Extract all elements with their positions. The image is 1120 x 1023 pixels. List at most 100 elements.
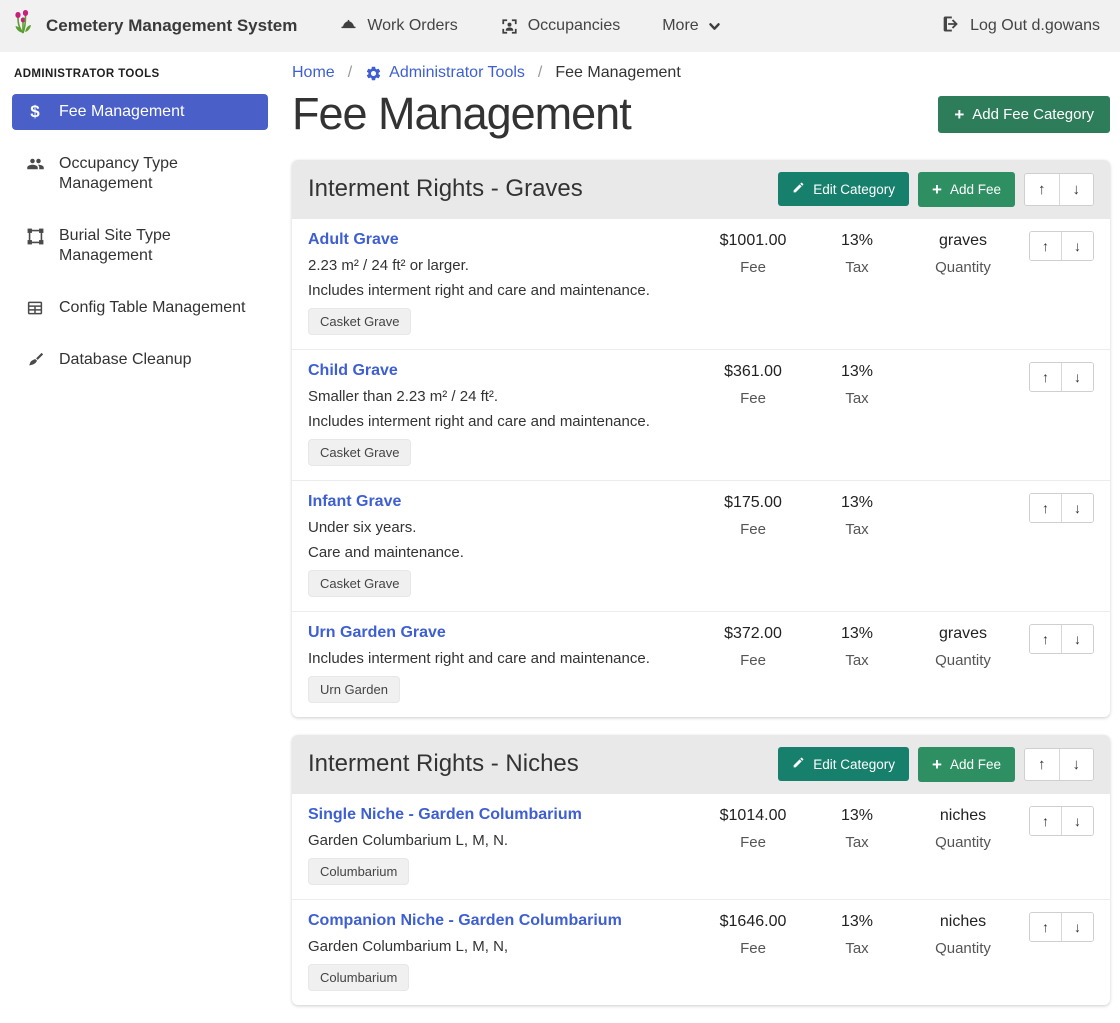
fee-tax-column: 13% Tax [809,912,905,957]
nav-occupancies-label: Occupancies [528,17,621,35]
plus-icon: + [932,756,942,773]
sidebar-item-label: Fee Management [59,102,184,122]
nav-occupancies[interactable]: Occupancies [500,17,621,36]
fee-name-link[interactable]: Adult Grave [308,231,399,249]
fee-tax-label: Tax [809,259,905,276]
sidebar-item-config-table-management[interactable]: Config Table Management [12,290,268,326]
category-header: Interment Rights - Graves Edit Category … [292,160,1110,219]
fee-type-badge: Urn Garden [308,676,400,703]
fee-amount-column: $175.00 Fee [697,493,809,538]
fee-name-link[interactable]: Urn Garden Grave [308,624,446,642]
fee-amount-column: $361.00 Fee [697,362,809,407]
add-fee-category-button[interactable]: + Add Fee Category [938,96,1110,133]
move-fee-down-button[interactable]: ↓ [1061,625,1093,653]
edit-category-button[interactable]: Edit Category [778,172,909,206]
fee-amount-label: Fee [697,390,809,407]
fee-row: Infant Grave Under six years. Care and m… [292,480,1110,611]
move-fee-down-button[interactable]: ↓ [1061,807,1093,835]
fee-tax-label: Tax [809,521,905,538]
logout-label: Log Out d.gowans [970,17,1100,35]
fee-amount-column: $1014.00 Fee [697,806,809,851]
fee-amount: $1646.00 [697,913,809,931]
fee-description: Smaller than 2.23 m² / 24 ft². [308,388,697,405]
fee-quantity-label: Quantity [905,940,1021,957]
fee-quantity-column: Quantity [905,362,1021,363]
fee-quantity-column: niches Quantity [905,912,1021,957]
fee-description: Includes interment right and care and ma… [308,282,697,299]
fee-type-badge: Casket Grave [308,308,411,335]
move-fee-up-button[interactable]: ↑ [1030,494,1061,522]
fee-type-badge: Columbarium [308,964,409,991]
fee-tax-column: 13% Tax [809,806,905,851]
fee-quantity-column: Quantity [905,493,1021,494]
fee-quantity-label: Quantity [905,259,1021,276]
sidebar-item-occupancy-type-management[interactable]: Occupancy Type Management [12,146,268,202]
breadcrumb-home-link[interactable]: Home [292,64,335,82]
move-fee-up-button[interactable]: ↑ [1030,625,1061,653]
sidebar-item-label: Burial Site Type Management [59,226,256,266]
sidebar-item-label: Config Table Management [59,298,246,318]
move-fee-down-button[interactable]: ↓ [1061,232,1093,260]
fee-description: Includes interment right and care and ma… [308,413,697,430]
fee-reorder-controls: ↑ ↓ [1029,493,1094,523]
move-fee-up-button[interactable]: ↑ [1030,363,1061,391]
sidebar-item-burial-site-type-management[interactable]: Burial Site Type Management [12,218,268,274]
move-fee-down-button[interactable]: ↓ [1061,363,1093,391]
fee-quantity-column: graves Quantity [905,624,1021,669]
fee-tax: 13% [809,232,905,250]
move-fee-down-button[interactable]: ↓ [1061,913,1093,941]
add-fee-button[interactable]: + Add Fee [918,747,1015,782]
fee-tax-column: 13% Tax [809,231,905,276]
move-fee-up-button[interactable]: ↑ [1030,232,1061,260]
fee-name-link[interactable]: Single Niche - Garden Columbarium [308,806,582,824]
broom-icon [24,351,46,371]
fee-category-card-graves: Interment Rights - Graves Edit Category … [292,160,1110,717]
fee-amount-label: Fee [697,834,809,851]
sidebar-heading: ADMINISTRATOR TOOLS [12,68,268,94]
breadcrumb-separator: / [538,64,542,82]
move-category-down-button[interactable]: ↓ [1059,174,1094,205]
fee-tax: 13% [809,807,905,825]
fee-reorder-controls: ↑ ↓ [1029,912,1094,942]
move-category-up-button[interactable]: ↑ [1025,749,1059,780]
nav-work-orders[interactable]: Work Orders [339,17,457,36]
fee-row: Companion Niche - Garden Columbarium Gar… [292,899,1110,1005]
edit-category-button[interactable]: Edit Category [778,747,909,781]
move-fee-down-button[interactable]: ↓ [1061,494,1093,522]
fee-quantity: graves [905,232,1021,250]
gear-icon [365,65,382,82]
move-category-up-button[interactable]: ↑ [1025,174,1059,205]
app-brand[interactable]: Cemetery Management System [12,9,297,44]
category-header: Interment Rights - Niches Edit Category … [292,735,1110,794]
sidebar-item-database-cleanup[interactable]: Database Cleanup [12,342,268,379]
sidebar-item-fee-management[interactable]: $ Fee Management [12,94,268,130]
fee-row: Child Grave Smaller than 2.23 m² / 24 ft… [292,349,1110,480]
fee-type-badge: Casket Grave [308,439,411,466]
fee-amount: $1001.00 [697,232,809,250]
fee-tax-column: 13% Tax [809,362,905,407]
fee-row: Urn Garden Grave Includes interment righ… [292,611,1110,717]
move-fee-up-button[interactable]: ↑ [1030,913,1061,941]
plus-icon: + [954,106,964,123]
move-fee-up-button[interactable]: ↑ [1030,807,1061,835]
fee-reorder-controls: ↑ ↓ [1029,231,1094,261]
logout-icon [941,14,961,39]
fee-amount-column: $1001.00 Fee [697,231,809,276]
category-reorder-controls: ↑ ↓ [1024,748,1094,781]
fee-tax-label: Tax [809,834,905,851]
category-title: Interment Rights - Niches [308,750,769,778]
occupancy-frame-icon [500,17,519,36]
nav-more-menu[interactable]: More [662,17,720,35]
move-category-down-button[interactable]: ↓ [1059,749,1094,780]
fee-name-link[interactable]: Companion Niche - Garden Columbarium [308,912,622,930]
logout-button[interactable]: Log Out d.gowans [941,14,1100,39]
breadcrumb-admin-tools-link[interactable]: Administrator Tools [365,64,525,82]
sidebar-item-label: Database Cleanup [59,350,192,370]
nav-more-label: More [662,17,698,35]
tulip-logo-icon [12,9,38,44]
fee-row: Single Niche - Garden Columbarium Garden… [292,794,1110,899]
fee-reorder-controls: ↑ ↓ [1029,624,1094,654]
add-fee-button[interactable]: + Add Fee [918,172,1015,207]
fee-name-link[interactable]: Child Grave [308,362,398,380]
fee-name-link[interactable]: Infant Grave [308,493,401,511]
